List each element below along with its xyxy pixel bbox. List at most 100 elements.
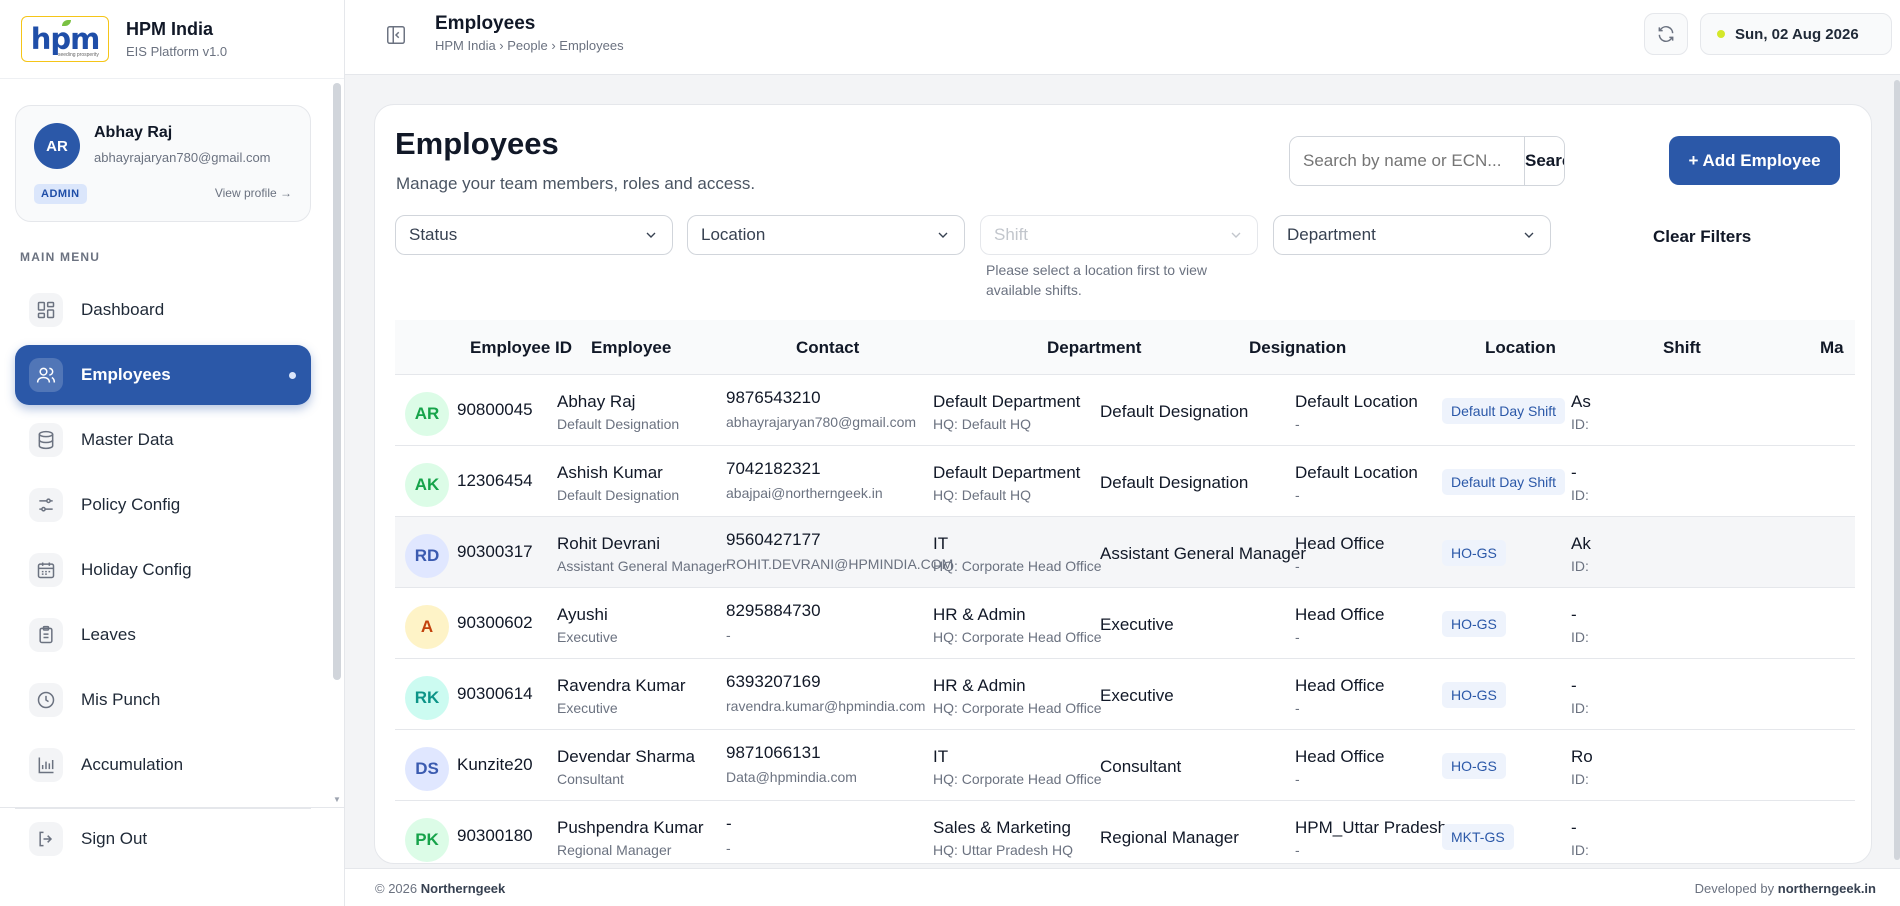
shift-badge: Default Day Shift bbox=[1442, 469, 1566, 495]
table-row[interactable]: A 90300602 Ayushi Executive 8295884730 -… bbox=[395, 588, 1855, 659]
col-employee-id[interactable]: Employee ID bbox=[470, 338, 572, 358]
hpm-logo[interactable]: hpm seeding prosperity bbox=[21, 16, 109, 62]
main-scrollbar[interactable] bbox=[1894, 80, 1900, 860]
location-filter[interactable]: Location bbox=[687, 215, 965, 255]
hq: HQ: Corporate Head Office bbox=[933, 629, 1102, 645]
table-row[interactable]: PK 90300180 Pushpendra Kumar Regional Ma… bbox=[395, 801, 1855, 863]
location: Head Office bbox=[1295, 605, 1385, 624]
col-designation[interactable]: Designation bbox=[1249, 338, 1346, 358]
clipboard-icon bbox=[29, 618, 63, 652]
location-sub: - bbox=[1295, 629, 1300, 645]
shift-filter-label: Shift bbox=[994, 225, 1029, 244]
profile-card: AR Abhay Raj abhayrajaryan780@gmail.com … bbox=[15, 105, 311, 222]
table-row[interactable]: DS Kunzite20 Devendar Sharma Consultant … bbox=[395, 730, 1855, 801]
company-name: Northerngeek bbox=[420, 881, 506, 896]
search-input[interactable] bbox=[1290, 137, 1524, 185]
sidebar-scrollbar[interactable] bbox=[333, 83, 341, 680]
search-button[interactable]: Search bbox=[1524, 137, 1564, 185]
sign-out-label: Sign Out bbox=[81, 828, 148, 848]
manager-id: ID: bbox=[1571, 558, 1589, 574]
sidebar-item-holiday-config[interactable]: Holiday Config bbox=[15, 540, 311, 600]
location-sub: - bbox=[1295, 416, 1300, 432]
chevron-down-icon bbox=[938, 232, 948, 238]
location: Head Office bbox=[1295, 534, 1385, 553]
shift-badge: HO-GS bbox=[1442, 611, 1506, 637]
employee-title: Executive bbox=[557, 629, 618, 645]
manager-id: ID: bbox=[1571, 842, 1589, 858]
avatar: PK bbox=[405, 818, 449, 862]
col-contact[interactable]: Contact bbox=[796, 338, 859, 358]
location-sub: - bbox=[1295, 558, 1300, 574]
avatar: RD bbox=[405, 534, 449, 578]
employee-title: Default Designation bbox=[557, 487, 680, 503]
view-profile-link[interactable]: View profile → bbox=[215, 186, 292, 200]
sidebar-item-leaves[interactable]: Leaves bbox=[15, 605, 311, 665]
sidebar-item-accumulation[interactable]: Accumulation bbox=[15, 735, 311, 795]
shift-filter[interactable]: Shift bbox=[980, 215, 1258, 255]
sidebar-item-policy-config[interactable]: Policy Config bbox=[15, 475, 311, 535]
brand-name: HPM India bbox=[126, 19, 214, 39]
employee-name[interactable]: Ayushi bbox=[557, 605, 618, 625]
developer-link[interactable]: northerngeek.in bbox=[1778, 881, 1876, 896]
phone: 7042182321 bbox=[726, 459, 821, 478]
employee-name[interactable]: Pushpendra Kumar bbox=[557, 818, 703, 838]
sidebar-item-employees[interactable]: Employees bbox=[15, 345, 311, 405]
employee-name[interactable]: Rohit Devrani bbox=[557, 534, 727, 554]
chevron-down-icon bbox=[646, 232, 656, 238]
shift-badge: MKT-GS bbox=[1442, 824, 1514, 850]
add-employee-button[interactable]: + Add Employee bbox=[1669, 136, 1840, 185]
employee-title: Assistant General Manager bbox=[557, 558, 727, 574]
col-department[interactable]: Department bbox=[1047, 338, 1141, 358]
status-filter[interactable]: Status bbox=[395, 215, 673, 255]
hq: HQ: Default HQ bbox=[933, 416, 1032, 432]
location: HPM_Uttar Pradesh bbox=[1295, 818, 1448, 837]
logout-icon bbox=[29, 821, 63, 856]
col-manager[interactable]: Ma bbox=[1820, 338, 1844, 358]
table-row[interactable]: RK 90300614 Ravendra Kumar Executive 639… bbox=[395, 659, 1855, 730]
col-employee[interactable]: Employee bbox=[591, 338, 671, 358]
department: IT bbox=[933, 747, 949, 766]
refresh-button[interactable] bbox=[1644, 13, 1688, 55]
employee-name[interactable]: Ravendra Kumar bbox=[557, 676, 686, 696]
table-row[interactable]: AR 90800045 Abhay Raj Default Designatio… bbox=[395, 375, 1855, 446]
employee-name[interactable]: Devendar Sharma bbox=[557, 747, 695, 767]
sidebar-item-master-data[interactable]: Master Data bbox=[15, 410, 311, 470]
employee-id: 90300180 bbox=[457, 826, 533, 845]
card-title: Employees bbox=[395, 126, 559, 161]
employee-title: Executive bbox=[557, 700, 618, 716]
shift-badge: HO-GS bbox=[1442, 682, 1506, 708]
location-filter-label: Location bbox=[701, 225, 766, 244]
profile-email: abhayrajaryan780@gmail.com bbox=[94, 150, 271, 165]
date-display: Sun, 02 Aug 2026 bbox=[1700, 13, 1892, 55]
designation: Assistant General Manager bbox=[1100, 544, 1306, 563]
employee-name[interactable]: Abhay Raj bbox=[557, 392, 679, 412]
email: abhayrajaryan780@gmail.com bbox=[726, 414, 917, 430]
sidebar-item-label: Holiday Config bbox=[81, 560, 192, 579]
col-location[interactable]: Location bbox=[1485, 338, 1556, 358]
employees-card: Employees Manage your team members, role… bbox=[374, 104, 1872, 864]
sidebar-item-mis-punch[interactable]: Mis Punch bbox=[15, 670, 311, 730]
phone: 9871066131 bbox=[726, 743, 821, 762]
email: ravendra.kumar@hpmindia.com bbox=[726, 698, 926, 714]
active-indicator bbox=[289, 371, 296, 379]
table-row[interactable]: RD 90300317 Rohit Devrani Assistant Gene… bbox=[395, 517, 1855, 588]
employee-title: Default Designation bbox=[557, 416, 680, 432]
phone: - bbox=[726, 814, 732, 833]
avatar: DS bbox=[405, 747, 449, 791]
scroll-down-icon[interactable]: ▼ bbox=[333, 795, 341, 804]
clear-filters-button[interactable]: Clear Filters bbox=[1653, 227, 1751, 247]
table-row[interactable]: AK 12306454 Ashish Kumar Default Designa… bbox=[395, 446, 1855, 517]
department-filter[interactable]: Department bbox=[1273, 215, 1551, 255]
sidebar-item-dashboard[interactable]: Dashboard bbox=[15, 280, 311, 340]
employee-name[interactable]: Ashish Kumar bbox=[557, 463, 679, 483]
manager-id: ID: bbox=[1571, 487, 1589, 503]
col-shift[interactable]: Shift bbox=[1663, 338, 1701, 358]
phone: 6393207169 bbox=[726, 672, 821, 691]
hq: HQ: Corporate Head Office bbox=[933, 558, 1102, 574]
sidebar-toggle-icon[interactable] bbox=[385, 24, 407, 51]
role-badge: ADMIN bbox=[34, 184, 87, 204]
shift-hint: Please select a location first to view a… bbox=[986, 262, 1207, 298]
profile-name: Abhay Raj bbox=[94, 124, 173, 141]
sign-out-button[interactable]: Sign Out bbox=[15, 808, 311, 868]
hq: HQ: Corporate Head Office bbox=[933, 700, 1102, 716]
